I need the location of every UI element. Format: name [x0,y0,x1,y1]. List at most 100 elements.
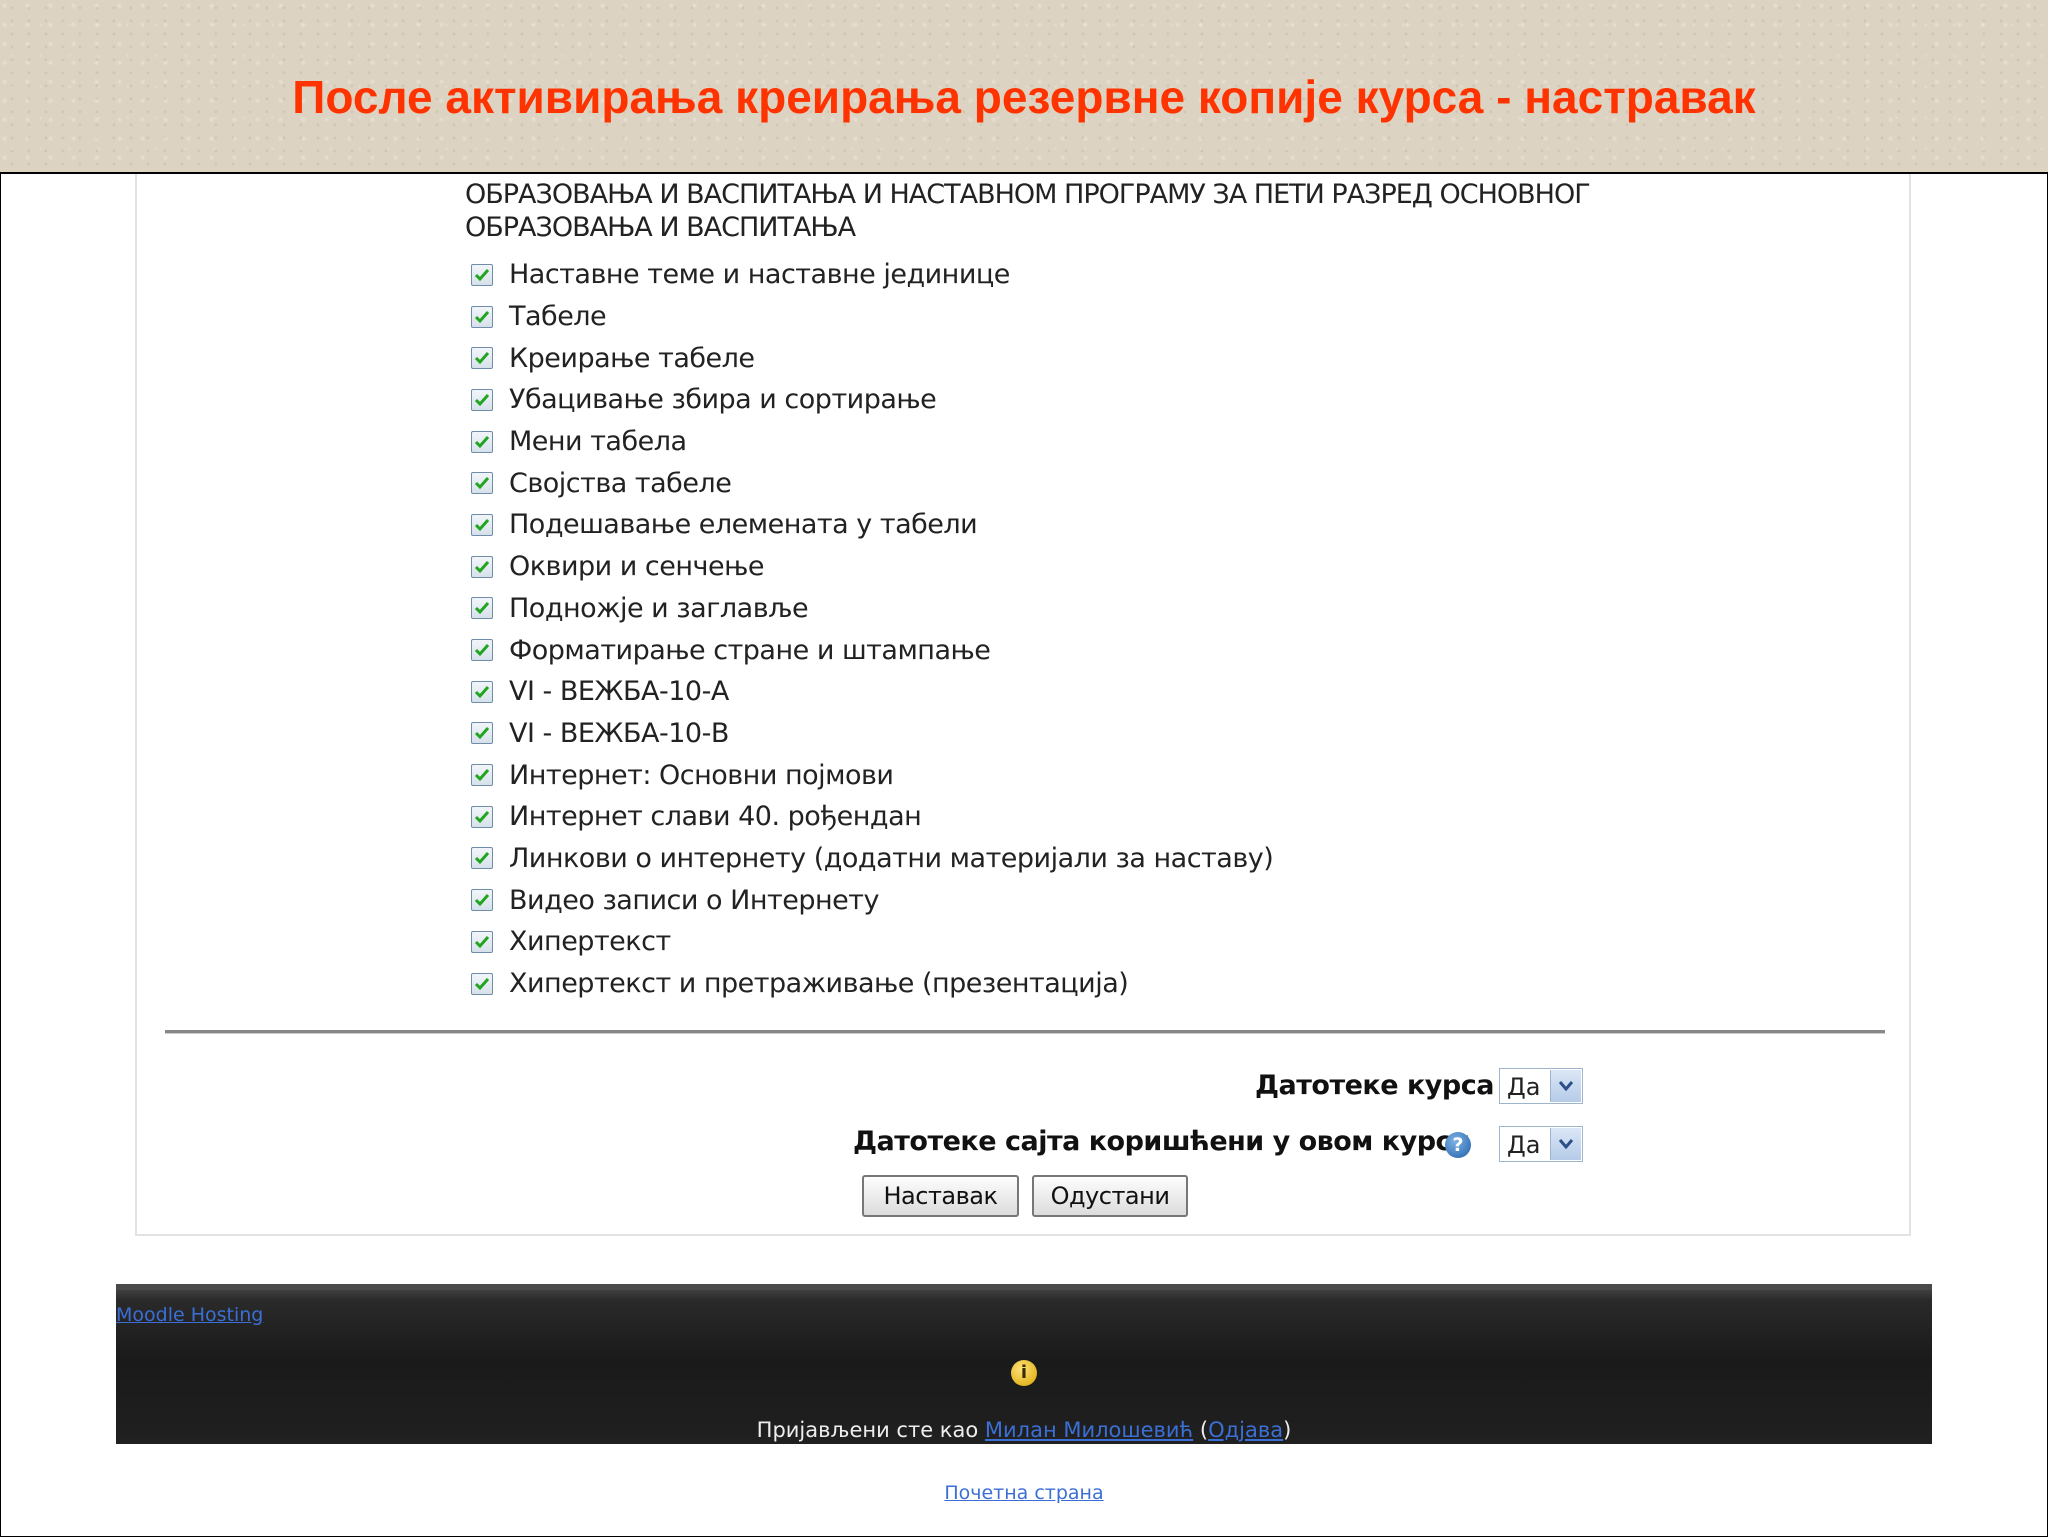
activity-checkbox-label: Видео записи о Интернету [509,884,879,916]
activity-checkbox-label: Интернет: Основни појмови [509,759,894,791]
activity-checkbox-item: Хипертекст и претраживање (презентација) [471,963,1273,1005]
activity-checkbox[interactable] [471,889,493,912]
activity-checkbox-label: Подножје и заглавље [509,592,809,624]
checkmark-icon [474,977,490,990]
checkmark-icon [474,769,490,782]
activity-checkbox-label: Подешавање елемената у табели [509,509,978,541]
course-files-label: Датотеке курса [1255,1070,1494,1101]
course-files-select[interactable]: Да [1499,1068,1583,1104]
activity-checkbox[interactable] [471,639,493,662]
checkmark-icon [474,935,490,949]
checkmark-icon [474,477,490,490]
info-icon: i [1011,1360,1037,1386]
activity-checkbox[interactable] [471,930,493,953]
course-files-value: Да [1507,1073,1541,1101]
open-paren: ( [1193,1418,1209,1442]
activity-checkbox[interactable] [471,388,493,411]
checkmark-icon [474,310,490,323]
activity-checkbox-item: Својства табеле [471,462,1273,504]
login-info: Пријављени сте као Милан Милошевић (Одја… [116,1418,1932,1442]
intro-text: ОБРАЗОВАЊА И ВАСПИТАЊА И НАСТАВНОМ ПРОГР… [465,178,1765,244]
moodle-hosting-link[interactable]: Moodle Hosting [116,1304,263,1326]
checkmark-icon [474,435,490,448]
site-files-select[interactable]: Да [1499,1126,1583,1162]
slide-title: После активирања креирања резервне копиј… [292,71,1756,123]
close-paren: ) [1283,1418,1292,1442]
activity-checkbox-label: VI - ВЕЖБА-10-А [509,676,729,708]
activity-checkbox[interactable] [471,847,493,870]
checkmark-icon [474,602,490,615]
checkmark-icon [474,268,490,282]
moodle-screenshot: ОБРАЗОВАЊА И ВАСПИТАЊА И НАСТАВНОМ ПРОГР… [0,172,2048,1537]
activity-checkbox[interactable] [471,472,493,495]
activity-checkbox[interactable] [471,555,493,578]
logged-in-prefix: Пријављени сте као [756,1418,985,1442]
activity-checkbox[interactable] [471,764,493,787]
intro-line-1: ОБРАЗОВАЊА И ВАСПИТАЊА И НАСТАВНОМ ПРОГР… [465,179,1591,210]
activity-checkbox-label: Табеле [509,301,607,333]
user-name-link[interactable]: Милан Милошевић [985,1418,1193,1442]
checkmark-icon [474,852,490,865]
checkmark-icon [474,352,490,365]
activity-checkbox-item: Табеле [471,296,1273,338]
home-link[interactable]: Почетна страна [944,1482,1103,1504]
activity-checkbox-label: Форматирање стране и штампање [509,634,991,666]
page-footer: Moodle Hosting i Пријављени сте као Мила… [116,1284,1932,1444]
activity-checkbox-list: Наставне теме и наставне јединице Табеле К… [471,254,1274,1005]
activity-checkbox-item: VI - ВЕЖБА-10-В [471,713,1273,755]
activity-checkbox-item: Подешавање елемената у табели [471,504,1273,546]
form-divider [165,1030,1885,1034]
activity-checkbox-label: Убацивање збира и сортирање [509,384,937,416]
activity-checkbox-item: Интернет слави 40. рођендан [471,796,1273,838]
activity-checkbox-label: Наставне теме и наставне јединице [509,259,1010,291]
activity-checkbox[interactable] [471,305,493,328]
continue-button[interactable]: Наставак [862,1175,1019,1217]
activity-checkbox[interactable] [471,805,493,828]
activity-checkbox[interactable] [471,430,493,453]
checkmark-icon [474,393,490,407]
site-files-value: Да [1507,1131,1541,1159]
slide-header: После активирања креирања резервне копиј… [0,0,2048,172]
activity-checkbox-item: Подножје и заглавље [471,588,1273,630]
intro-line-2: ОБРАЗОВАЊА И ВАСПИТАЊА [465,212,856,243]
activity-checkbox-item: VI - ВЕЖБА-10-А [471,671,1273,713]
activity-checkbox-item: Мени табела [471,421,1273,463]
checkmark-icon [474,810,490,823]
chevron-down-icon [1550,1070,1581,1102]
activity-checkbox-item: Наставне теме и наставне јединице [471,254,1273,296]
activity-checkbox-label: Креирање табеле [509,342,755,374]
checkmark-icon [474,727,490,740]
activity-checkbox[interactable] [471,263,493,286]
activity-checkbox-label: Хипертекст и претраживање (презентација) [509,968,1129,1000]
activity-checkbox-item: Убацивање збира и сортирање [471,379,1273,421]
home-link-wrap: Почетна страна [1,1482,2047,1504]
activity-checkbox-item: Интернет: Основни појмови [471,754,1273,796]
activity-checkbox-item: Видео записи о Интернету [471,879,1273,921]
activity-checkbox[interactable] [471,597,493,620]
activity-checkbox[interactable] [471,513,493,536]
checkmark-icon [474,518,490,532]
logout-link[interactable]: Одјава [1208,1418,1283,1442]
activity-checkbox-label: Линкови о интернету (додатни материјали … [509,842,1274,874]
activity-checkbox-label: Оквири и сенчење [509,551,764,583]
activity-checkbox-label: Хипертекст [509,926,671,958]
activity-checkbox-item: Хипертекст [471,921,1273,963]
checkmark-icon [474,644,490,657]
cancel-button[interactable]: Одустани [1032,1175,1188,1217]
checkmark-icon [474,685,490,698]
activity-checkbox[interactable] [471,680,493,703]
activity-checkbox[interactable] [471,972,493,995]
activity-checkbox-item: Форматирање стране и штампање [471,629,1273,671]
checkmark-icon [474,894,490,907]
activity-checkbox[interactable] [471,347,493,370]
help-icon[interactable]: ? [1445,1132,1471,1158]
site-files-label: Датотеке сајта коришћени у овом курсу [853,1126,1469,1157]
activity-checkbox[interactable] [471,722,493,745]
activity-checkbox-label: Интернет слави 40. рођендан [509,801,922,833]
activity-checkbox-item: Линкови о интернету (додатни материјали … [471,838,1274,880]
checkmark-icon [474,560,490,573]
activity-checkbox-item: Оквири и сенчење [471,546,1273,588]
chevron-down-icon [1550,1128,1581,1160]
activity-checkbox-item: Креирање табеле [471,337,1273,379]
activity-checkbox-label: VI - ВЕЖБА-10-В [509,717,729,749]
